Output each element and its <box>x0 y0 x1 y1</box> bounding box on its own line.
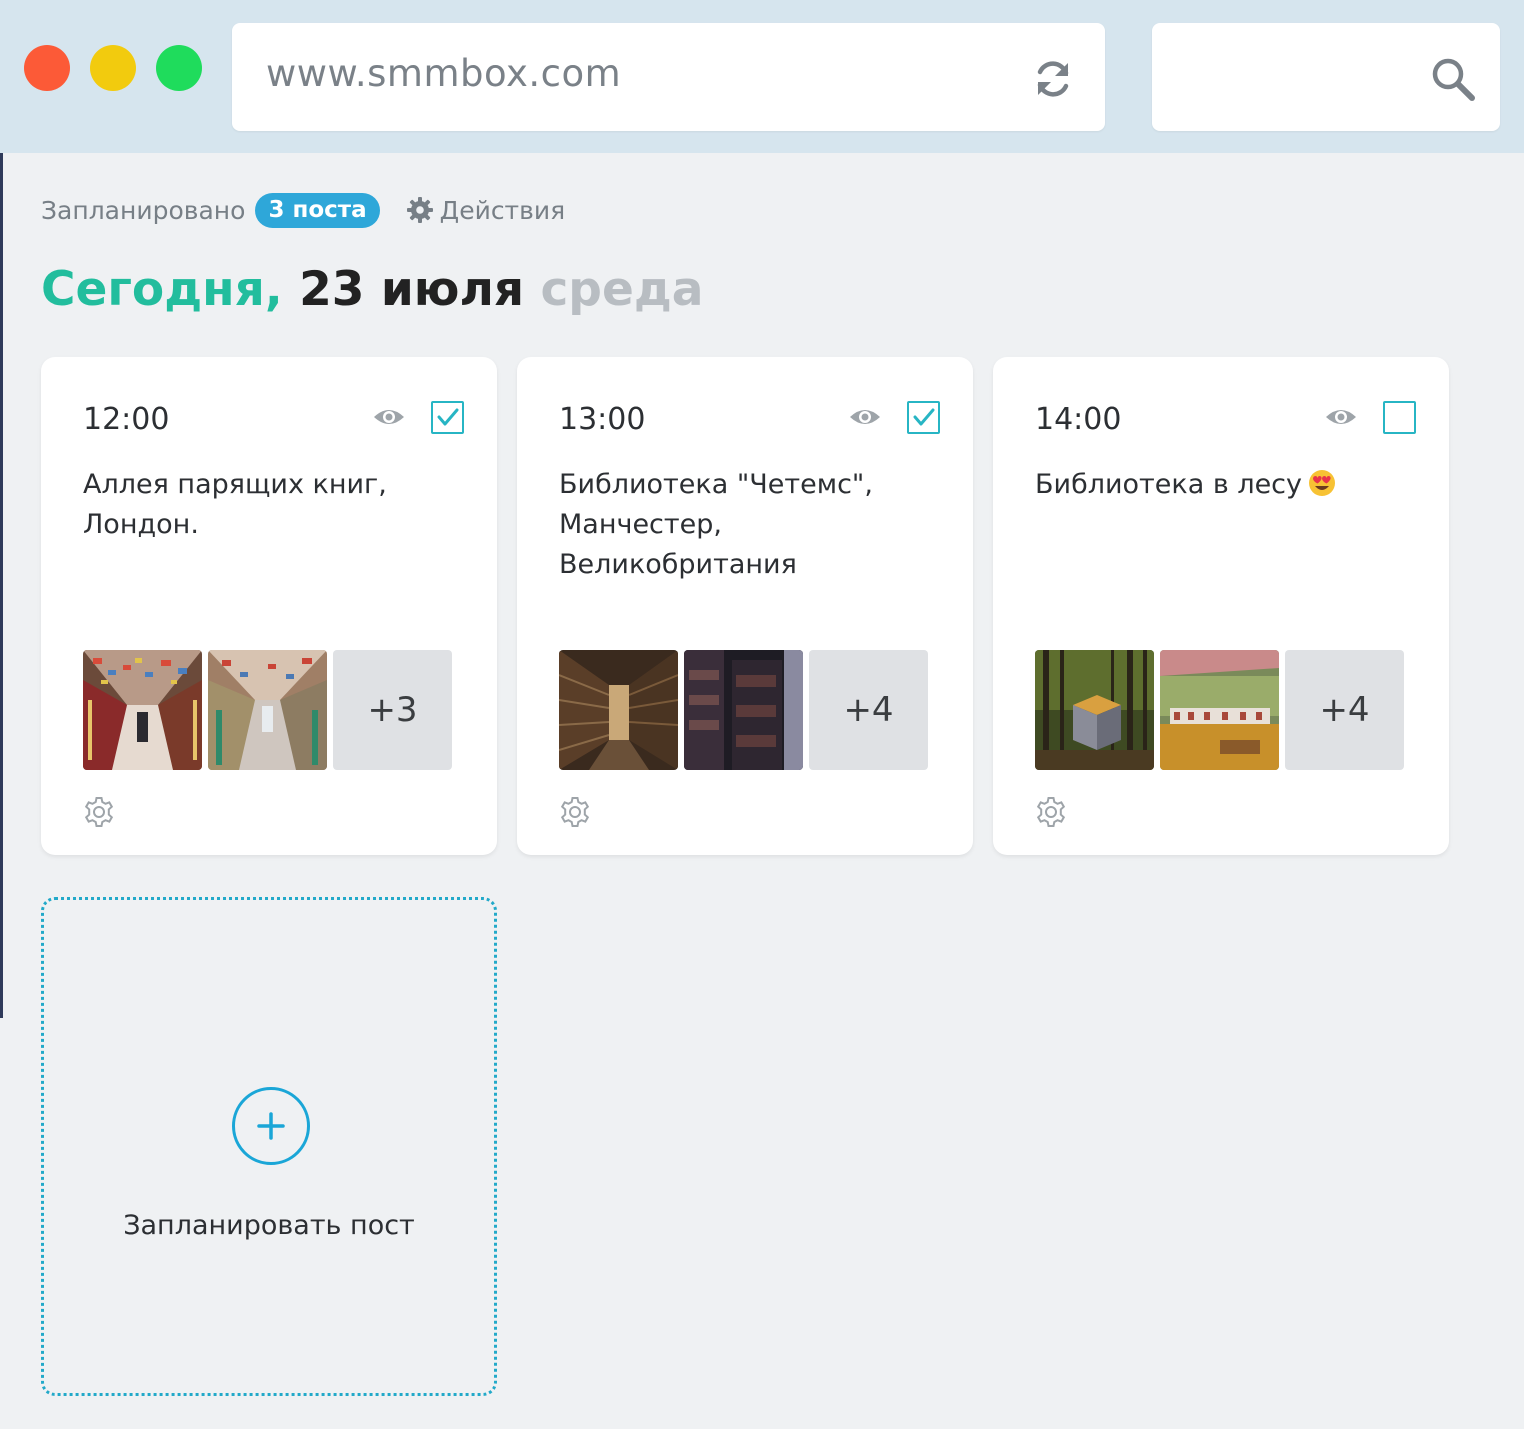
scheduled-label: Запланировано <box>41 195 246 225</box>
image-forest-library-interior <box>1160 650 1279 770</box>
post-images: +4 <box>1035 650 1404 770</box>
close-window-button[interactable] <box>24 45 70 91</box>
post-time: 12:00 <box>83 402 170 437</box>
scheduled-summary: Запланировано 3 поста Действия <box>41 190 565 230</box>
post-settings-icon[interactable] <box>1035 796 1067 828</box>
post-select-checkbox[interactable] <box>907 401 940 434</box>
post-settings-icon[interactable] <box>83 796 115 828</box>
post-time: 14:00 <box>1035 402 1122 437</box>
date-heading: Сегодня, 23 июля среда <box>41 262 704 317</box>
heart-eyes-emoji-icon <box>1309 470 1336 496</box>
image-library-corridor <box>559 650 678 770</box>
post-text: Библиотека в лесу <box>1035 469 1303 500</box>
post-settings-icon[interactable] <box>559 796 591 828</box>
post-count-badge[interactable]: 3 поста <box>255 192 380 228</box>
post-image-thumbnail[interactable] <box>559 650 678 770</box>
schedule-post-card[interactable]: Запланировать пост <box>41 897 497 1396</box>
gear-icon <box>406 197 433 223</box>
post-image-thumbnail[interactable] <box>684 650 803 770</box>
actions-menu-button[interactable]: Действия <box>406 195 566 225</box>
today-label: Сегодня, <box>41 262 283 317</box>
eye-icon[interactable] <box>373 405 405 429</box>
eye-icon[interactable] <box>849 405 881 429</box>
post-time: 13:00 <box>559 402 646 437</box>
post-card[interactable]: 14:00 Библиотека в лесу +4 <box>993 357 1449 855</box>
maximize-window-button[interactable] <box>156 45 202 91</box>
minimize-window-button[interactable] <box>90 45 136 91</box>
post-image-thumbnail[interactable] <box>1160 650 1279 770</box>
image-library-shelves <box>684 650 803 770</box>
post-select-checkbox[interactable] <box>1383 401 1416 434</box>
schedule-post-label[interactable]: Запланировать пост <box>44 1210 494 1241</box>
more-images-button[interactable]: +3 <box>333 650 452 770</box>
post-image-thumbnail[interactable] <box>208 650 327 770</box>
post-text-container: Библиотека в лесу <box>1035 465 1425 505</box>
address-bar[interactable]: www.smmbox.com <box>232 23 1105 131</box>
window-left-border <box>0 153 3 1018</box>
post-text: Библиотека "Четемс", Манчестер, Великобр… <box>559 469 873 580</box>
browser-toolbar: www.smmbox.com <box>0 0 1524 153</box>
add-post-button[interactable] <box>232 1087 310 1165</box>
post-card[interactable]: 13:00 Библиотека "Четемс", Манчестер, Ве… <box>517 357 973 855</box>
search-box[interactable] <box>1152 23 1500 131</box>
post-images: +3 <box>83 650 452 770</box>
date-label: 23 июля <box>299 262 525 317</box>
image-floating-books-alley-2 <box>208 650 327 770</box>
weekday-label: среда <box>540 262 704 317</box>
image-forest-cabin <box>1035 650 1154 770</box>
post-text: Аллея парящих книг, Лондон. <box>83 469 387 540</box>
post-select-checkbox[interactable] <box>431 401 464 434</box>
actions-label: Действия <box>439 195 566 225</box>
post-image-thumbnail[interactable] <box>83 650 202 770</box>
plus-icon <box>257 1112 285 1140</box>
checkmark-icon <box>437 408 459 426</box>
post-card[interactable]: 12:00 Аллея парящих книг, Лондон. +3 <box>41 357 497 855</box>
eye-icon[interactable] <box>1325 405 1357 429</box>
more-images-button[interactable]: +4 <box>1285 650 1404 770</box>
checkmark-icon <box>913 408 935 426</box>
post-images: +4 <box>559 650 928 770</box>
reload-icon[interactable] <box>1031 57 1075 101</box>
image-floating-books-alley <box>83 650 202 770</box>
more-images-button[interactable]: +4 <box>809 650 928 770</box>
url-text[interactable]: www.smmbox.com <box>266 52 621 95</box>
search-icon[interactable] <box>1430 56 1476 102</box>
post-image-thumbnail[interactable] <box>1035 650 1154 770</box>
